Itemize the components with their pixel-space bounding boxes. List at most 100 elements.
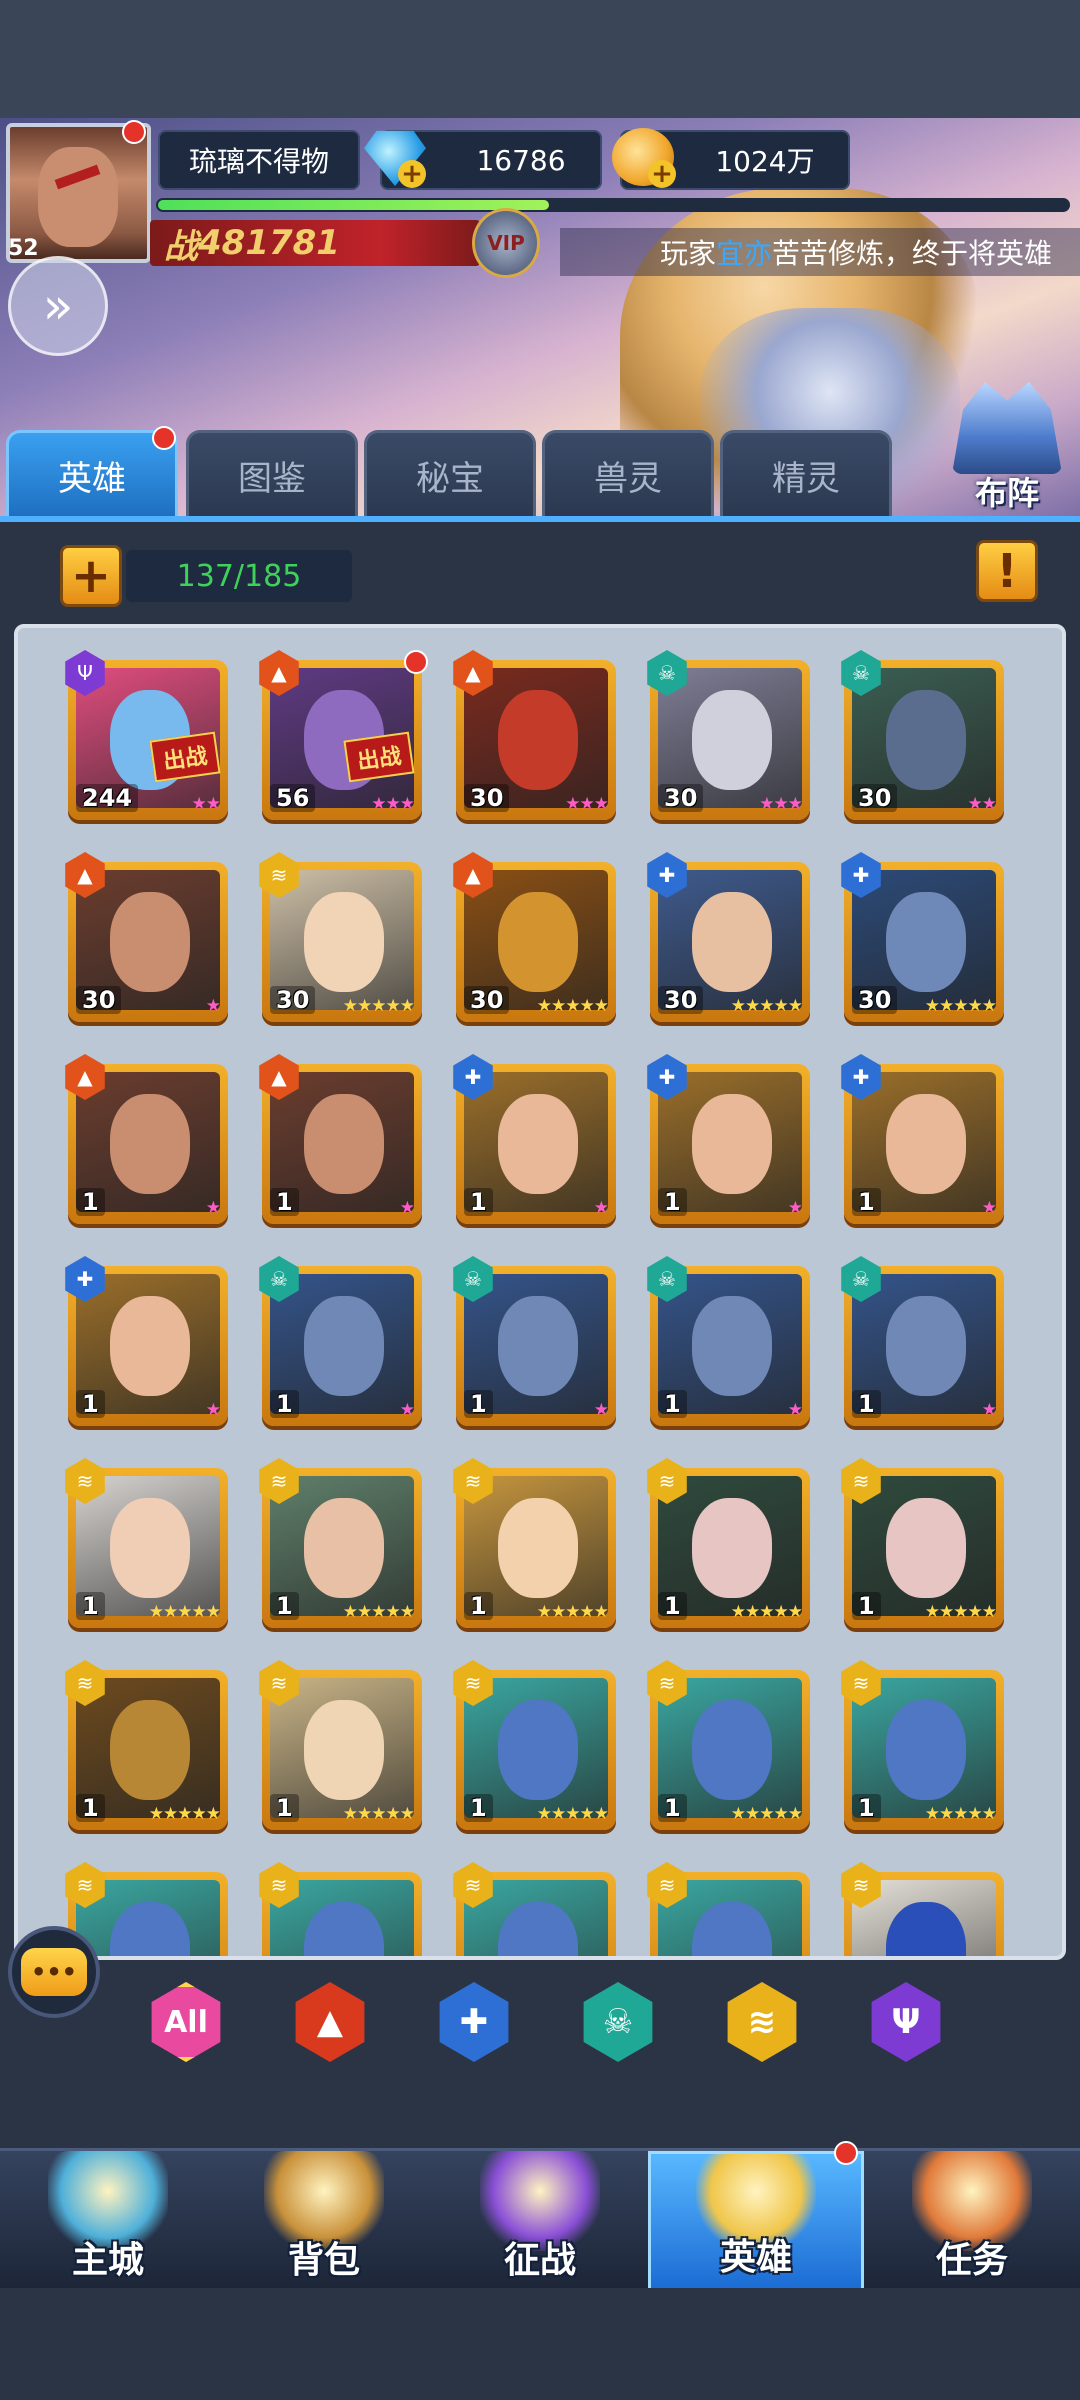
hero-level: 1 [76, 1390, 105, 1418]
hero-face [886, 1498, 966, 1598]
hero-card[interactable]: ≋ 1 ★★★★★ [65, 1660, 228, 1830]
hero-stars: ★★★★★ [536, 1804, 609, 1824]
hero-notification-dot [404, 650, 428, 674]
power-value: 481781 [198, 223, 340, 263]
hero-card[interactable]: ☠ 1 ★ [453, 1256, 616, 1426]
nav-campaign[interactable]: 征战 [432, 2151, 648, 2291]
hero-level: 1 [270, 1592, 299, 1620]
nav-tasks[interactable]: 任务 [864, 2151, 1080, 2291]
hero-card[interactable]: ✚ 30 ★★★★★ [647, 852, 810, 1022]
filter-all-button[interactable]: All [151, 1982, 221, 2062]
power-prefix: 战 [164, 226, 198, 267]
tab-sprites[interactable]: 精灵 [720, 430, 892, 518]
filter-nature-button[interactable]: ☠ [583, 1982, 653, 2062]
hero-card[interactable]: ✚ 30 ★★★★★ [841, 852, 1004, 1022]
vip-badge[interactable]: VIP [472, 208, 540, 278]
hero-stars: ★★★★★ [148, 1602, 221, 1622]
filter-dark-button[interactable]: Ψ [871, 1982, 941, 2062]
hero-card[interactable]: ▲ 1 ★ [259, 1054, 422, 1224]
hero-level: 30 [270, 986, 316, 1014]
hero-stars: ★★★★★ [730, 1602, 803, 1622]
hero-card[interactable]: ☠ 1 ★ [841, 1256, 1004, 1426]
hero-face [304, 892, 384, 992]
nav-backpack[interactable]: 背包 [216, 2151, 432, 2291]
nav-notification-dot [834, 2141, 858, 2165]
hero-level: 30 [852, 986, 898, 1014]
hero-card[interactable]: ☠ 1 ★ [647, 1256, 810, 1426]
expand-capacity-button[interactable]: + [60, 545, 122, 607]
hero-stars: ★ [205, 1198, 221, 1218]
hero-card[interactable]: ≋ [259, 1862, 422, 1956]
hero-card[interactable]: ≋ [841, 1862, 1004, 1956]
combat-power: 战 481781 [150, 220, 480, 267]
hero-card[interactable]: ≋ [647, 1862, 810, 1956]
hero-card[interactable]: ✚ 1 ★ [647, 1054, 810, 1224]
hero-stars: ★ [593, 1400, 609, 1420]
hero-face [110, 1296, 190, 1396]
add-gems-button[interactable]: + [398, 159, 426, 189]
hero-card[interactable]: ≋ 1 ★★★★★ [453, 1458, 616, 1628]
tab-beast-spirits[interactable]: 兽灵 [542, 430, 714, 518]
hero-face [110, 1094, 190, 1194]
tab-codex[interactable]: 图鉴 [186, 430, 358, 518]
hero-card[interactable]: ≋ 1 ★★★★★ [841, 1660, 1004, 1830]
hero-card[interactable]: ≋ 1 ★★★★★ [453, 1660, 616, 1830]
hero-card[interactable]: ☠ 30 ★★★ [647, 650, 810, 820]
hero-stars: ★★★ [759, 794, 803, 814]
hero-card[interactable]: ▲ 出战 56 ★★★ [259, 650, 428, 820]
status-area [0, 0, 1080, 118]
hero-stars: ★ [981, 1400, 997, 1420]
hero-stars: ★ [205, 996, 221, 1016]
hero-card[interactable]: ▲ 30 ★★★★★ [453, 852, 616, 1022]
hero-card[interactable]: ☠ 30 ★★ [841, 650, 1004, 820]
hero-level: 1 [270, 1390, 299, 1418]
nav-main-city[interactable]: 主城 [0, 2151, 216, 2291]
hero-card[interactable]: ≋ 1 ★★★★★ [647, 1660, 810, 1830]
hero-card[interactable]: Ψ 出战 244 ★★ [65, 650, 228, 820]
hero-tabs: 英雄 图鉴 秘宝 兽灵 精灵 [0, 426, 1080, 522]
filter-light-button[interactable]: ≋ [727, 1982, 797, 2062]
hero-card[interactable]: ▲ 30 ★★★ [453, 650, 616, 820]
hero-card[interactable]: ✚ 1 ★ [65, 1256, 228, 1426]
element-filters: All ▲ ✚ ☠ ≋ Ψ [0, 1982, 1080, 2082]
bottom-area [0, 2288, 1080, 2400]
hero-card[interactable]: ▲ 1 ★ [65, 1054, 228, 1224]
hero-stars: ★ [205, 1400, 221, 1420]
hero-stars: ★★★★★ [536, 1602, 609, 1622]
tab-treasures[interactable]: 秘宝 [364, 430, 536, 518]
hero-card[interactable]: ≋ 30 ★★★★★ [259, 852, 422, 1022]
hero-card[interactable]: ≋ 1 ★★★★★ [841, 1458, 1004, 1628]
filter-water-button[interactable]: ✚ [439, 1982, 509, 2062]
hero-level: 1 [852, 1794, 881, 1822]
hero-face [886, 1902, 966, 1956]
hero-stars: ★★★★★ [924, 1804, 997, 1824]
expand-menu-button[interactable]: » [8, 256, 108, 356]
nav-label: 主城 [71, 2240, 144, 2281]
hero-face [304, 1296, 384, 1396]
hero-card[interactable]: ≋ [453, 1862, 616, 1956]
xp-bar-fill [158, 200, 549, 210]
hero-card[interactable]: ✚ 1 ★ [841, 1054, 1004, 1224]
hero-stars: ★ [399, 1400, 415, 1420]
filter-fire-button[interactable]: ▲ [295, 1982, 365, 2062]
hero-card[interactable]: ☠ 1 ★ [259, 1256, 422, 1426]
hero-level: 1 [76, 1188, 105, 1216]
hero-card[interactable]: ▲ 30 ★ [65, 852, 228, 1022]
hero-stars: ★★★★★ [730, 996, 803, 1016]
hero-card[interactable]: ≋ 1 ★★★★★ [65, 1458, 228, 1628]
hero-face [886, 1700, 966, 1800]
add-gold-button[interactable]: + [648, 159, 676, 189]
hero-card[interactable]: ≋ 1 ★★★★★ [647, 1458, 810, 1628]
hero-face [498, 1094, 578, 1194]
hero-stars: ★★ [967, 794, 998, 814]
info-button[interactable]: ! [976, 540, 1038, 602]
nav-heroes[interactable]: 英雄 [648, 2151, 864, 2291]
nav-label: 背包 [287, 2240, 360, 2281]
hero-level: 1 [464, 1188, 493, 1216]
hero-card[interactable]: ✚ 1 ★ [453, 1054, 616, 1224]
hero-level: 1 [270, 1794, 299, 1822]
marquee-text: 苦苦修炼，终于将英雄 [772, 237, 1053, 270]
hero-card[interactable]: ≋ 1 ★★★★★ [259, 1458, 422, 1628]
announcement-marquee: 玩家 宜亦 苦苦修炼，终于将英雄 [560, 228, 1080, 276]
hero-card[interactable]: ≋ 1 ★★★★★ [259, 1660, 422, 1830]
